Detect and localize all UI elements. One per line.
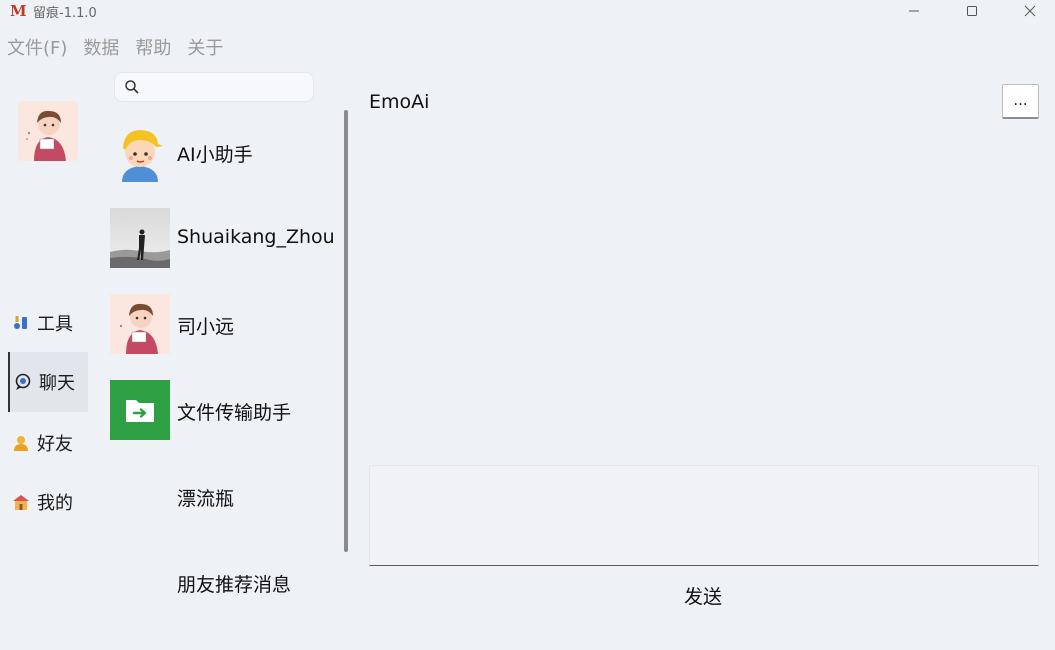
nav-tools-label: 工具 [37, 314, 73, 335]
contact-item[interactable]: 文件传输助手 [110, 380, 342, 466]
chat-title: EmoAi [369, 91, 430, 113]
nav-friends[interactable]: 好友 [8, 413, 88, 473]
contact-name: 朋友推荐消息 [177, 574, 292, 596]
minimize-button[interactable] [891, 0, 937, 22]
menu-help[interactable]: 帮助 [135, 34, 171, 60]
message-area [369, 130, 1039, 460]
home-icon [11, 492, 31, 512]
photo-silhouette-avatar [110, 208, 170, 268]
nav-mine[interactable]: 我的 [8, 472, 88, 532]
maximize-icon [967, 6, 977, 16]
menu-bar: 文件(F) 数据 帮助 关于 [7, 34, 223, 60]
contact-item[interactable]: 朋友推荐消息 [110, 552, 342, 638]
contact-name: AI小助手 [177, 144, 253, 166]
message-input[interactable] [369, 465, 1039, 566]
tools-icon [11, 313, 31, 333]
title-bar: M 留痕-1.1.0 [0, 0, 1055, 22]
minimize-icon [909, 10, 919, 12]
nav-chat[interactable]: 聊天 [8, 352, 88, 412]
window-title: 留痕-1.1.0 [33, 6, 97, 21]
nav-tools[interactable]: 工具 [8, 293, 88, 353]
menu-about[interactable]: 关于 [187, 34, 223, 60]
contact-item[interactable]: 司小远 [110, 294, 342, 380]
cartoon-kid-avatar [110, 294, 170, 354]
profile-avatar[interactable] [18, 101, 78, 161]
cartoon-boy-cap-avatar [110, 122, 170, 182]
menu-file[interactable]: 文件(F) [7, 34, 67, 60]
contact-name: 漂流瓶 [177, 488, 235, 510]
friend-icon [11, 433, 31, 453]
contact-item[interactable]: Shuaikang_Zhou [110, 208, 342, 294]
contact-list-scrollbar[interactable] [344, 110, 348, 552]
nav-friends-label: 好友 [37, 434, 73, 455]
more-options-button[interactable]: ... [1002, 84, 1039, 119]
contact-list: AI小助手 Shuaikang_Zhou 司小远 文件传输助手 漂流瓶 朋友推荐… [110, 122, 342, 638]
maximize-button[interactable] [949, 0, 995, 22]
contact-name: Shuaikang_Zhou [177, 226, 335, 248]
contact-name: 司小远 [177, 316, 235, 338]
nav-chat-label: 聊天 [39, 373, 75, 394]
green-folder-avatar [110, 380, 170, 440]
app-logo: M [10, 2, 27, 20]
contact-item[interactable]: 漂流瓶 [110, 466, 342, 552]
chat-icon [13, 372, 33, 392]
close-button[interactable] [1007, 0, 1053, 22]
search-box[interactable] [114, 72, 314, 102]
nav-mine-label: 我的 [37, 493, 73, 514]
search-icon [125, 80, 139, 94]
search-input[interactable] [145, 77, 305, 97]
send-button[interactable]: 发送 [684, 582, 722, 609]
contact-name: 文件传输助手 [177, 402, 292, 424]
menu-data[interactable]: 数据 [83, 34, 119, 60]
close-icon [1024, 5, 1036, 17]
contact-item[interactable]: AI小助手 [110, 122, 342, 208]
